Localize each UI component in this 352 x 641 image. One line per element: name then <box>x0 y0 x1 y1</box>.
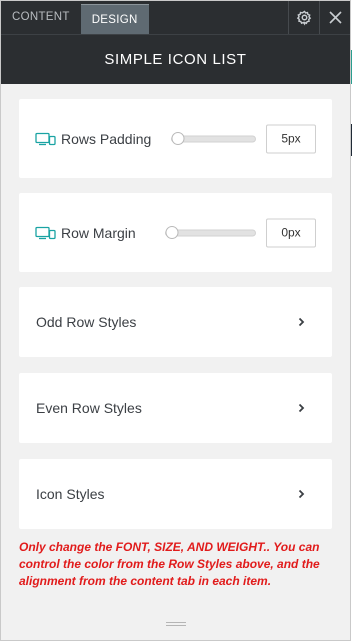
row-margin-input[interactable] <box>266 218 316 247</box>
tab-content[interactable]: Content <box>1 1 81 34</box>
chevron-right-icon <box>298 403 305 413</box>
section-label: Odd Row Styles <box>36 314 137 330</box>
even-row-styles-section[interactable]: Even Row Styles <box>19 373 332 443</box>
responsive-devices-icon <box>35 226 56 239</box>
panel-header: Content Design SIMPLE ICON LIST <box>1 1 350 84</box>
settings-panel: Content Design SIMPLE ICON LIST R <box>0 0 351 641</box>
close-icon <box>328 11 342 24</box>
chevron-right-icon <box>298 317 305 327</box>
settings-button[interactable] <box>288 1 319 34</box>
close-button[interactable] <box>319 1 350 34</box>
chevron-right-icon <box>298 489 305 499</box>
rows-padding-setting: Rows Padding <box>19 99 332 178</box>
row-margin-label: Row Margin <box>61 224 136 241</box>
tab-bar: Content Design <box>1 1 149 34</box>
odd-row-styles-section[interactable]: Odd Row Styles <box>19 287 332 357</box>
header-actions <box>288 1 350 34</box>
styling-note: Only change the FONT, SIZE, AND WEIGHT..… <box>19 540 320 588</box>
section-label: Even Row Styles <box>36 400 142 416</box>
responsive-devices-icon <box>35 132 56 145</box>
section-label: Icon Styles <box>36 486 105 502</box>
panel-title: SIMPLE ICON LIST <box>1 34 350 84</box>
row-margin-slider[interactable] <box>165 226 256 239</box>
rows-padding-input[interactable] <box>266 124 316 153</box>
rows-padding-slider-thumb[interactable] <box>171 132 185 145</box>
icon-styles-section[interactable]: Icon Styles <box>19 459 332 529</box>
settings-gear-icon <box>296 10 311 26</box>
row-margin-setting: Row Margin <box>19 193 332 272</box>
resize-grip-icon[interactable] <box>166 622 186 628</box>
rows-padding-slider[interactable] <box>171 132 256 145</box>
row-margin-slider-thumb[interactable] <box>165 226 179 239</box>
rows-padding-label: Rows Padding <box>61 130 152 147</box>
tab-design[interactable]: Design <box>80 4 149 34</box>
